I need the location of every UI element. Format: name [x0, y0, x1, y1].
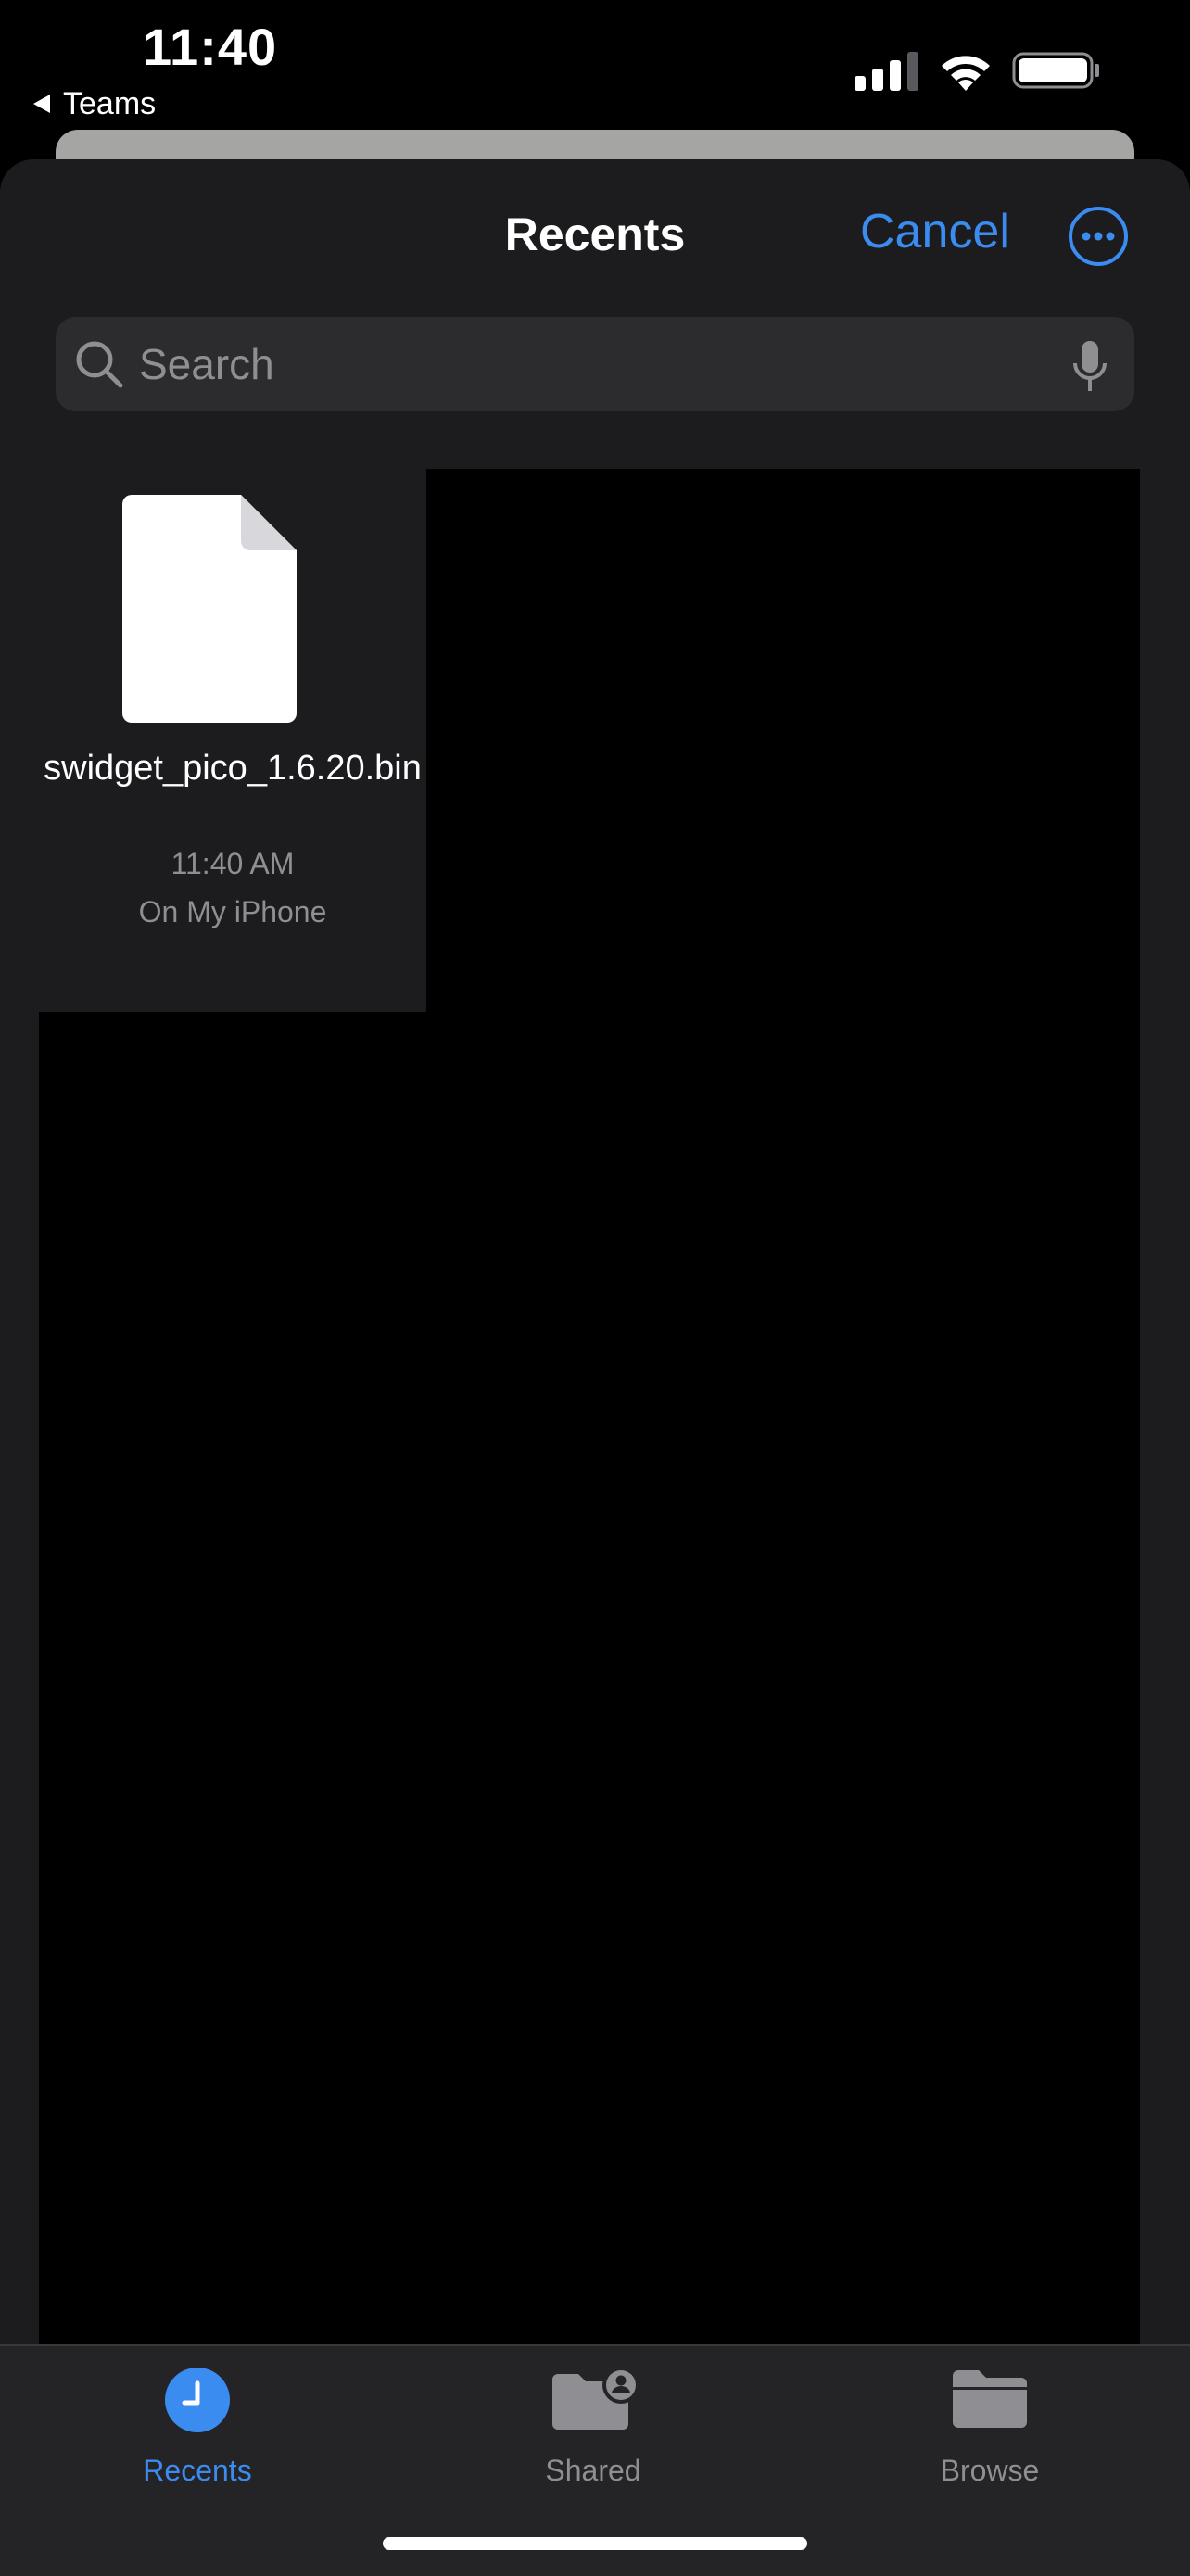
- search-bar[interactable]: [56, 317, 1134, 411]
- back-to-app-button[interactable]: Teams: [33, 83, 156, 124]
- tab-browse[interactable]: Browse: [851, 2346, 1129, 2504]
- tab-shared[interactable]: Shared: [454, 2346, 732, 2504]
- back-app-label: Teams: [63, 85, 157, 121]
- tab-label: Recents: [143, 2454, 252, 2487]
- status-time: 11:40: [143, 18, 278, 76]
- microphone-icon[interactable]: [1071, 339, 1108, 395]
- battery-icon: [1012, 52, 1099, 89]
- page-title: Recents: [504, 208, 686, 260]
- magnifier-icon: [76, 341, 123, 388]
- redacted-region: [426, 469, 1140, 1012]
- wifi-icon: [942, 56, 990, 91]
- clock-icon: [165, 2368, 230, 2432]
- signal-icon: [855, 52, 918, 91]
- tab-recents[interactable]: Recents: [58, 2346, 336, 2504]
- tab-label: Shared: [545, 2454, 641, 2487]
- back-triangle-icon: [33, 95, 50, 113]
- search-input[interactable]: [139, 317, 973, 411]
- file-item[interactable]: swidget_pico_1.6.20.bin: [39, 469, 426, 1012]
- file-location: On My iPhone: [138, 895, 327, 928]
- document-icon: [122, 495, 297, 723]
- ellipsis-circle-icon[interactable]: [1068, 206, 1129, 267]
- redacted-region: [39, 1012, 1140, 2344]
- tab-label: Browse: [940, 2454, 1040, 2487]
- folder-icon: [953, 2370, 1027, 2428]
- file-time: 11:40 AM: [171, 847, 295, 880]
- cancel-button[interactable]: Cancel: [860, 204, 1010, 271]
- home-indicator[interactable]: [383, 2537, 807, 2550]
- file-name: swidget_pico_1.6.20.bin: [44, 749, 422, 788]
- shared-folder-icon: [552, 2367, 638, 2430]
